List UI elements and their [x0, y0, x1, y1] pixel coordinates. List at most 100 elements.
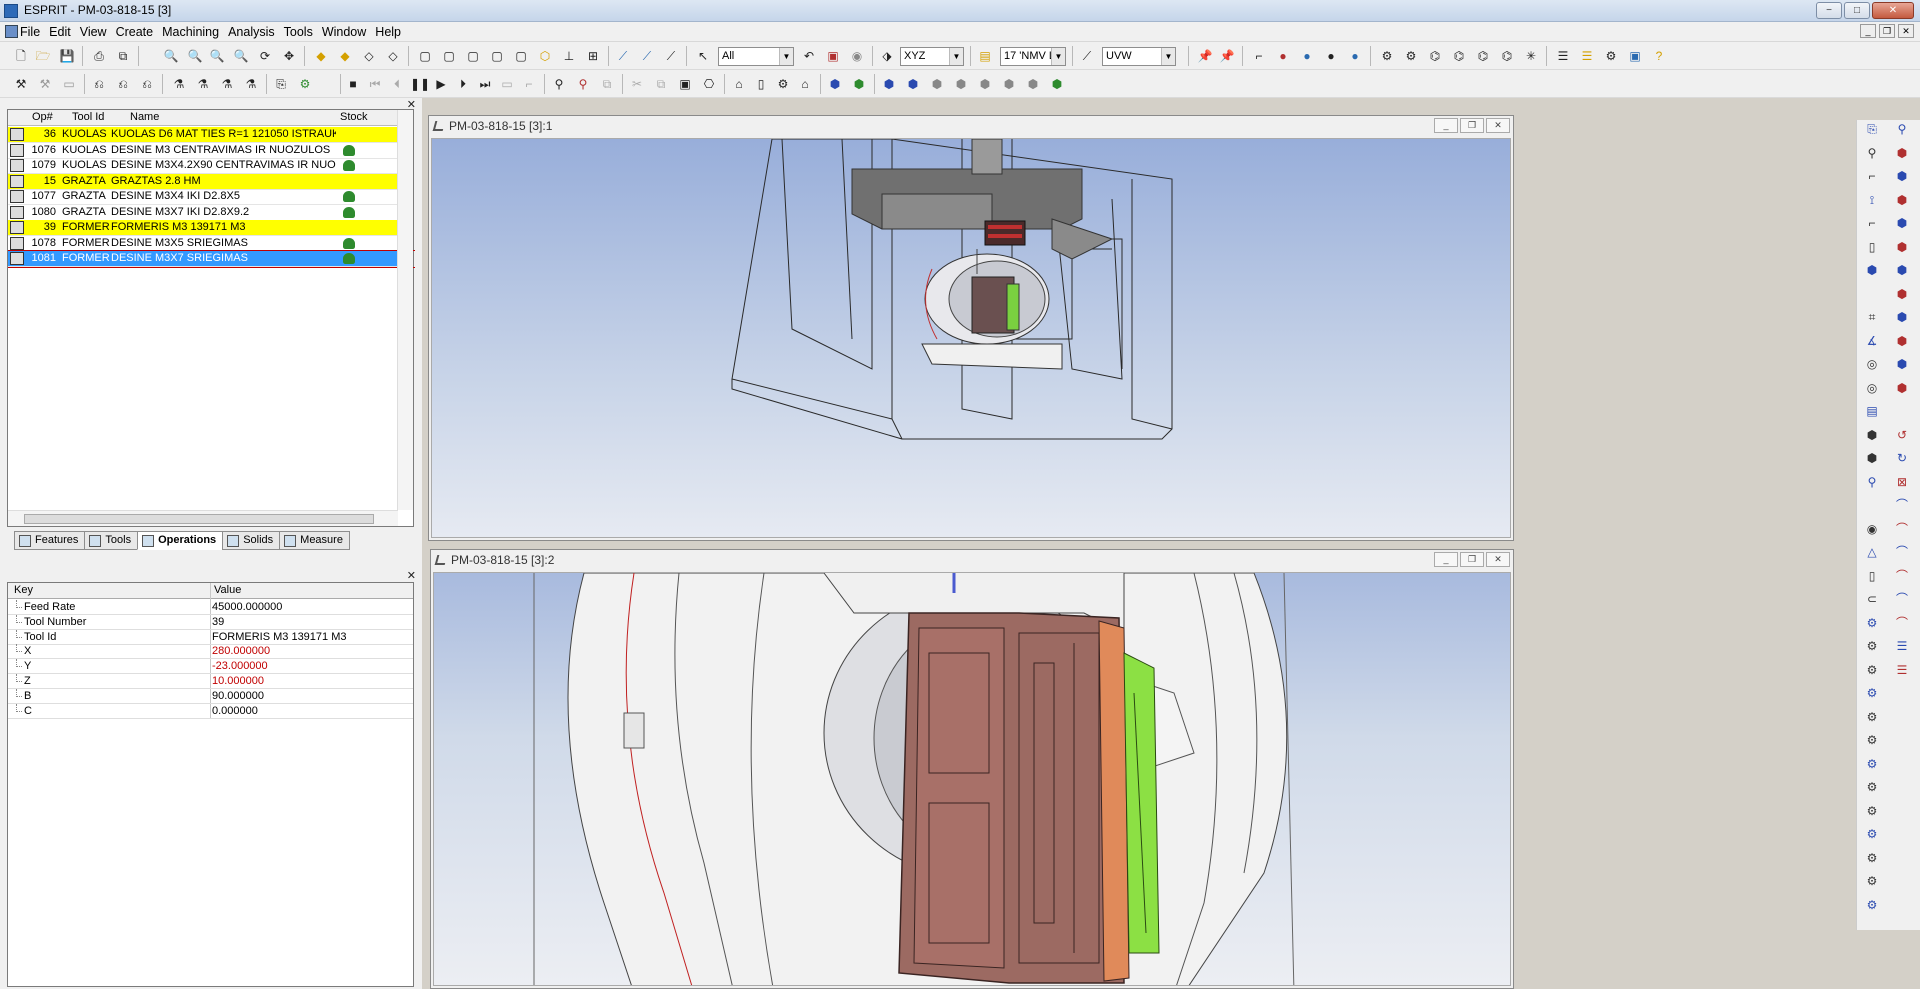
shade-tool-icon[interactable]: ●	[1298, 47, 1316, 65]
right-toolbar-tool-6-icon[interactable]: ▯	[1863, 238, 1881, 256]
play-icon[interactable]: ▶	[432, 75, 450, 93]
coordinate-system-select[interactable]: XYZ ▼	[900, 47, 964, 66]
operation-row[interactable]: 1080 GRAZTA DESINE M3X7 IKI D2.8X9.2	[8, 205, 398, 221]
help-icon[interactable]: ?	[1650, 47, 1668, 65]
right-toolbar-col2-7-icon[interactable]: ⬢	[1893, 285, 1911, 303]
hidden-line-icon[interactable]: ◇	[384, 47, 402, 65]
cam-tool-5-icon[interactable]: ⌬	[1474, 47, 1492, 65]
right-toolbar-col2-16-icon[interactable]: ⌒	[1893, 496, 1911, 514]
menu-edit[interactable]: Edit	[49, 25, 71, 39]
col-name[interactable]: Name	[130, 111, 159, 123]
machine-2-icon[interactable]: ▯	[752, 75, 770, 93]
cam-tool-6-icon[interactable]: ⌬	[1498, 47, 1516, 65]
right-toolbar-col2-1-icon[interactable]: ⬢	[1893, 144, 1911, 162]
op-toolbar-8-icon[interactable]: ⚗	[194, 75, 212, 93]
fast-forward-icon[interactable]: ⏭	[476, 75, 494, 93]
sim-option-7-icon[interactable]: ⎔	[700, 75, 718, 93]
menu-file[interactable]: File	[20, 25, 40, 39]
right-toolbar-col2-9-icon[interactable]: ⬢	[1893, 332, 1911, 350]
mdi-minimize-button[interactable]: _	[1860, 24, 1876, 38]
right-toolbar-tool-2-icon[interactable]: ⚲	[1863, 144, 1881, 162]
op-toolbar-1-icon[interactable]: ⚒	[12, 75, 30, 93]
color-tool-icon[interactable]: ●	[1274, 47, 1292, 65]
right-toolbar-tool-31-icon[interactable]: ⚙	[1863, 872, 1881, 890]
right-toolbar-col2-8-icon[interactable]: ⬢	[1893, 308, 1911, 326]
mdi-restore-button[interactable]: ❐	[1879, 24, 1895, 38]
right-toolbar-tool-20-icon[interactable]: ⚙	[1863, 614, 1881, 632]
close-properties-panel-icon[interactable]: ✕	[407, 569, 416, 582]
right-toolbar-tool-4-icon[interactable]: ⟟	[1863, 191, 1881, 209]
rotate-icon[interactable]: ⟳	[256, 47, 274, 65]
tab-measure[interactable]: Measure	[279, 531, 350, 550]
cam-tool-7-icon[interactable]: ✳	[1522, 47, 1540, 65]
right-toolbar-tool-21-icon[interactable]: ⚙	[1863, 637, 1881, 655]
solid-op-4-icon[interactable]: ⬢	[952, 75, 970, 93]
operations-horizontal-scrollbar[interactable]	[8, 510, 398, 526]
undo-selection-icon[interactable]: ↶	[800, 47, 818, 65]
right-toolbar-tool-32-icon[interactable]: ⚙	[1863, 896, 1881, 914]
right-toolbar-tool-19-icon[interactable]: ⊂	[1863, 590, 1881, 608]
op-toolbar-6-icon[interactable]: ⎌	[138, 75, 156, 93]
property-value[interactable]: 39	[212, 616, 224, 628]
property-value[interactable]: 10.000000	[212, 675, 264, 687]
shade-icon[interactable]: ◆	[312, 47, 330, 65]
op-toolbar-4-icon[interactable]: ⎌	[90, 75, 108, 93]
right-toolbar-tool-18-icon[interactable]: ▯	[1863, 567, 1881, 585]
op-toolbar-11-icon[interactable]: ⎘	[272, 75, 290, 93]
sim-option-2-icon[interactable]: ⌐	[520, 75, 538, 93]
sim-option-1-icon[interactable]: ▭	[498, 75, 516, 93]
right-toolbar-col2-3-icon[interactable]: ⬢	[1893, 191, 1911, 209]
operation-row[interactable]: 1079 KUOLAS DESINE M3X4.2X90 CENTRAVIMAS I…	[8, 158, 398, 174]
layer-icon[interactable]: ▤	[976, 47, 994, 65]
property-value[interactable]: 90.000000	[212, 690, 264, 702]
right-toolbar-tool-13-icon[interactable]: ⬢	[1863, 426, 1881, 444]
view-left-icon[interactable]: ▢	[488, 47, 506, 65]
right-toolbar-tool-28-icon[interactable]: ⚙	[1863, 802, 1881, 820]
right-toolbar-tool-9-icon[interactable]: ∡	[1863, 332, 1881, 350]
right-toolbar-col2-17-icon[interactable]: ⌒	[1893, 520, 1911, 538]
right-toolbar-col2-2-icon[interactable]: ⬢	[1893, 167, 1911, 185]
open-folder-icon[interactable]: 🗁	[34, 47, 52, 65]
right-toolbar-col2-22-icon[interactable]: ☰	[1893, 637, 1911, 655]
property-value[interactable]: FORMERIS M3 139171 M3	[212, 631, 347, 643]
window-icon[interactable]: ▣	[1626, 47, 1644, 65]
viewport-1-canvas[interactable]	[431, 138, 1511, 538]
property-value[interactable]: 0.000000	[212, 705, 258, 717]
right-toolbar-tool-8-icon[interactable]: ⌗	[1863, 308, 1881, 326]
sim-option-3-icon[interactable]: ⧉	[598, 75, 616, 93]
right-toolbar-tool-12-icon[interactable]: ▤	[1863, 402, 1881, 420]
right-toolbar-tool-25-icon[interactable]: ⚙	[1863, 731, 1881, 749]
rewind-start-icon[interactable]: ⏮	[366, 75, 384, 93]
zoom-out-icon[interactable]: 🔍	[208, 47, 226, 65]
menu-machining[interactable]: Machining	[162, 25, 219, 39]
work-coordinate-select[interactable]: UVW ▼	[1102, 47, 1176, 66]
op-toolbar-2-icon[interactable]: ⚒	[36, 75, 54, 93]
solid-blue-icon[interactable]: ⬢	[826, 75, 844, 93]
right-toolbar-tool-16-icon[interactable]: ◉	[1863, 520, 1881, 538]
pan-icon[interactable]: ✥	[280, 47, 298, 65]
snap-point-icon[interactable]: ⟋	[638, 47, 656, 65]
property-row[interactable]: Z 10.000000	[8, 674, 413, 689]
solid-op-8-icon[interactable]: ⬢	[1048, 75, 1066, 93]
clear-selection-icon[interactable]: ▣	[824, 47, 842, 65]
machine-1-icon[interactable]: ⌂	[730, 75, 748, 93]
pin-up-icon[interactable]: 📌	[1218, 47, 1236, 65]
step-back-icon[interactable]: ⏴	[388, 75, 406, 93]
view-iso-icon[interactable]: ⬡	[536, 47, 554, 65]
new-file-icon[interactable]: 🗋	[12, 47, 30, 65]
property-row[interactable]: Feed Rate 45000.000000	[8, 600, 413, 615]
solid-op-5-icon[interactable]: ⬢	[976, 75, 994, 93]
tab-tools[interactable]: Tools	[84, 531, 139, 550]
sim-option-5-icon[interactable]: ⧉	[652, 75, 670, 93]
right-toolbar-tool-27-icon[interactable]: ⚙	[1863, 778, 1881, 796]
operation-row[interactable]: 1081 FORMER DESINE M3X7 SRIEGIMAS	[8, 251, 398, 267]
right-toolbar-col2-21-icon[interactable]: ⌒	[1893, 614, 1911, 632]
property-value[interactable]: 280.000000	[212, 645, 270, 657]
op-toolbar-5-icon[interactable]: ⎌	[114, 75, 132, 93]
viewport-1-minimize-button[interactable]: _	[1434, 118, 1458, 133]
right-toolbar-col2-15-icon[interactable]: ⊠	[1893, 473, 1911, 491]
view-front-icon[interactable]: ▢	[440, 47, 458, 65]
operation-row[interactable]: 15 GRAZTA GRAZTAS 2.8 HM	[8, 173, 398, 190]
machine-3-icon[interactable]: ⚙	[774, 75, 792, 93]
op-toolbar-10-icon[interactable]: ⚗	[242, 75, 260, 93]
